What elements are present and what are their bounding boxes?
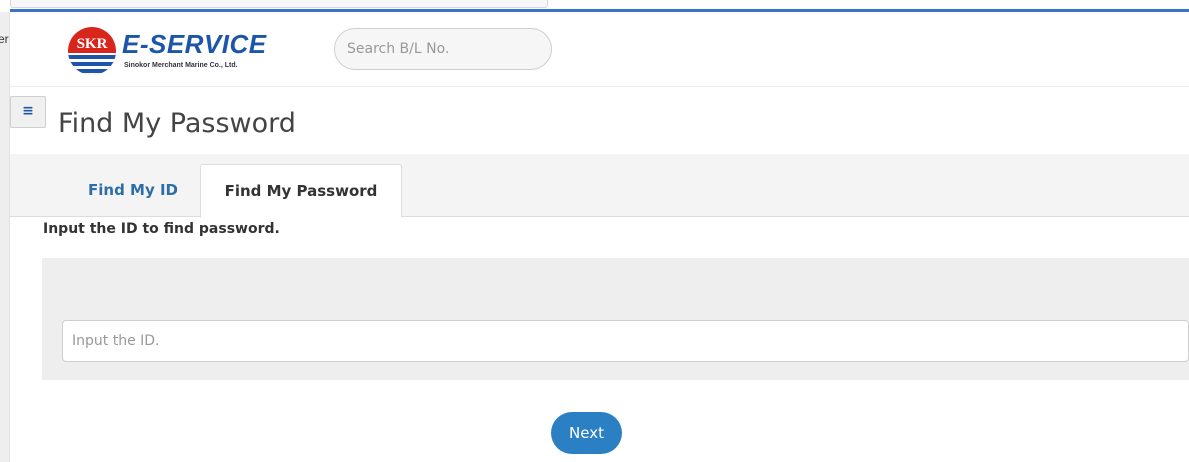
logo-title: E-SERVICE (122, 29, 267, 59)
logo-subtitle: Sinokor Merchant Marine Co., Ltd. (124, 62, 238, 69)
gutter-text: er (0, 32, 9, 46)
logo[interactable]: SKR E-SERVICE Sinokor Merchant Marine Co… (67, 26, 297, 76)
id-input-wrapper[interactable] (62, 320, 1189, 362)
main-content: Find My ID Find My Password Input the ID… (10, 154, 1189, 462)
left-gutter: er (0, 12, 10, 462)
title-area: ≡ Find My Password (10, 88, 1189, 154)
tabs-bar: Find My ID Find My Password (10, 154, 1189, 218)
header: SKR E-SERVICE Sinokor Merchant Marine Co… (10, 12, 1189, 87)
logo-badge-text: SKR (77, 36, 108, 52)
skr-logo-icon: SKR (68, 27, 116, 75)
page-title: Find My Password (58, 108, 296, 139)
next-button[interactable]: Next (551, 412, 622, 454)
page: er SKR E-SERVICE Sinokor Merchant Marine… (0, 0, 1189, 462)
id-input[interactable] (63, 321, 1188, 361)
search-box[interactable] (334, 28, 552, 70)
browser-tab-edge (10, 0, 548, 8)
bl-search-input[interactable] (335, 29, 551, 69)
form-panel (42, 258, 1189, 380)
hamburger-icon: ≡ (22, 103, 34, 119)
tab-find-my-id[interactable]: Find My ID (70, 164, 196, 218)
tab-find-my-password[interactable]: Find My Password (200, 164, 402, 218)
instruction-text: Input the ID to find password. (43, 221, 280, 237)
menu-toggle-button[interactable]: ≡ (10, 96, 46, 128)
